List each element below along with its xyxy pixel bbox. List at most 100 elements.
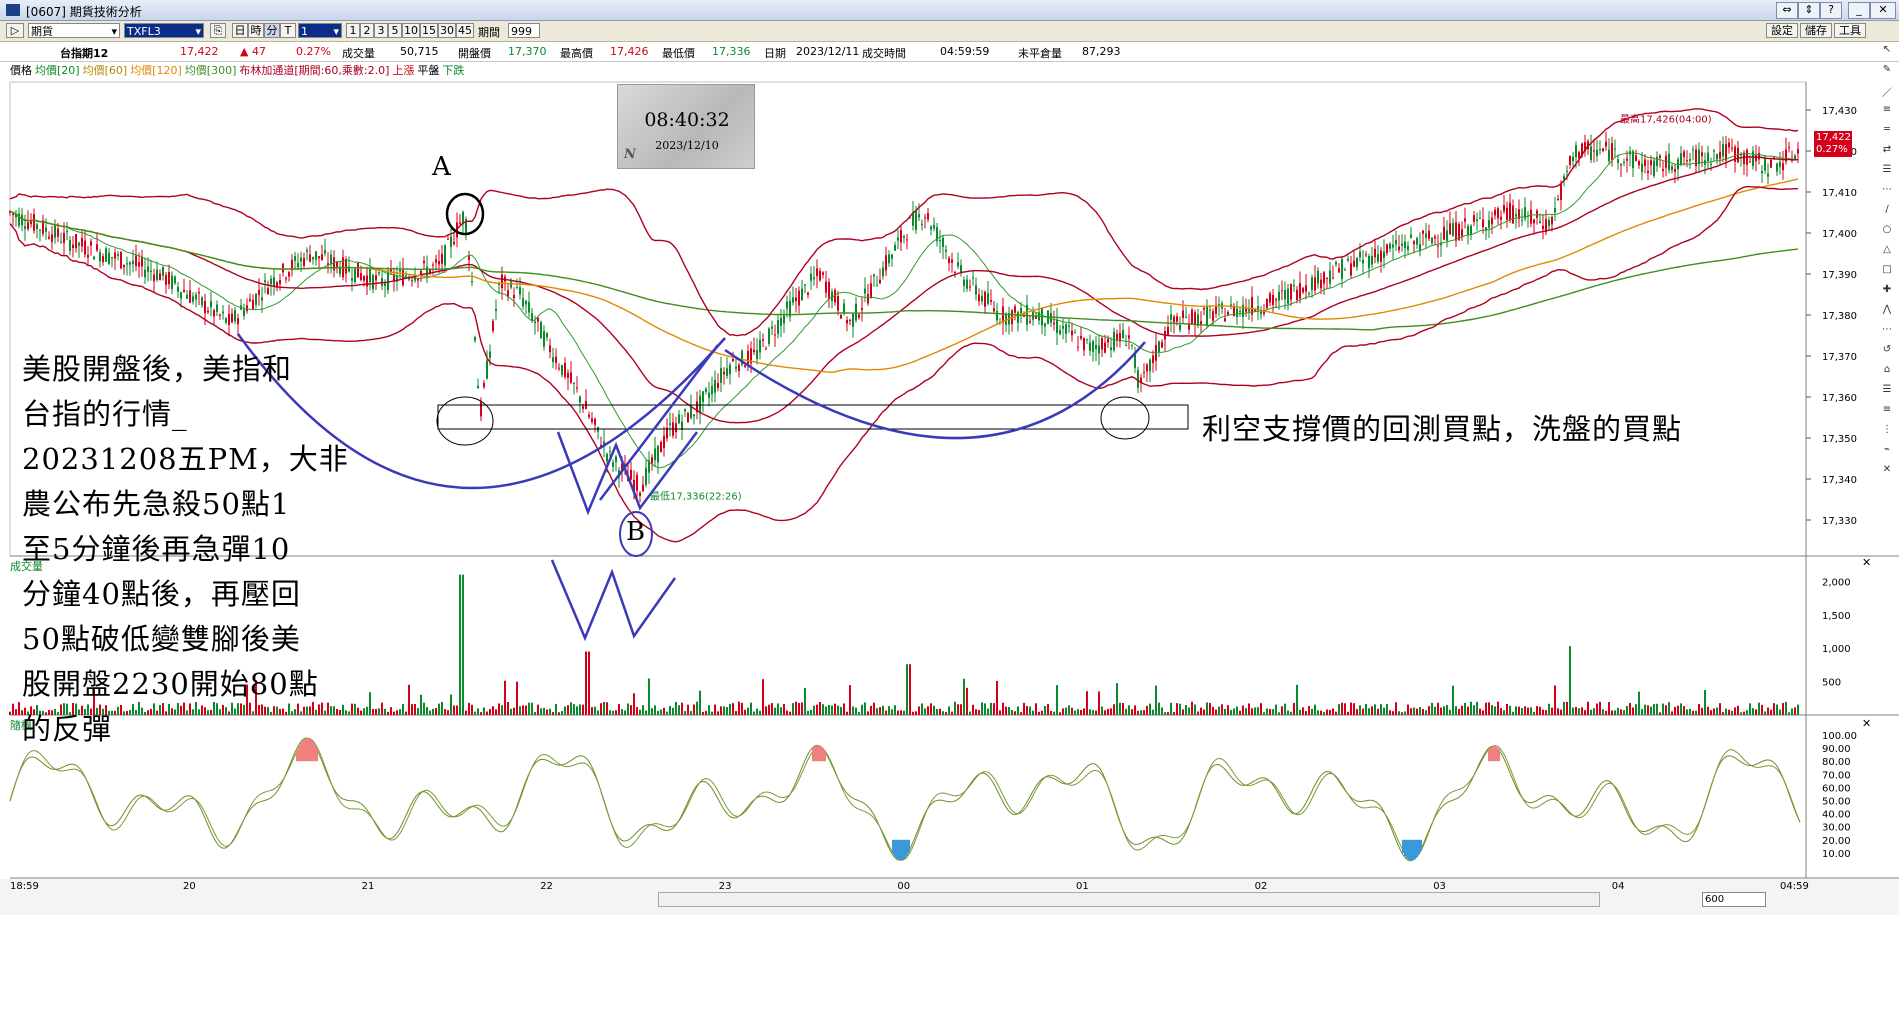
kd-axis-tick: 90.00 [1822, 744, 1851, 755]
candle-body [69, 240, 71, 251]
candle-body [93, 256, 95, 260]
volume-bar [1653, 704, 1655, 715]
candle-body [1683, 151, 1685, 157]
volume-bar [1647, 705, 1649, 715]
drawing-tool-icon[interactable]: ⋮ [1878, 424, 1896, 436]
volume-bar [687, 704, 689, 715]
volume-bar [1182, 709, 1184, 715]
volume-bar [1026, 706, 1028, 715]
volume-bar [360, 710, 362, 715]
candle-body [993, 308, 995, 312]
candle-body [1077, 346, 1079, 348]
horizontal-scrollbar[interactable] [658, 892, 1600, 907]
candle-body [132, 260, 134, 265]
volume-bar [1704, 690, 1706, 715]
drawing-tool-icon[interactable]: ⌂ [1878, 364, 1896, 376]
drawing-tool-icon[interactable]: ✕ [1878, 464, 1896, 476]
kd-panel-close-icon[interactable]: ✕ [1862, 717, 1871, 730]
candle-body [1371, 255, 1373, 265]
volume-bar [444, 709, 446, 715]
drawing-tool-icon[interactable]: ☰ [1878, 164, 1896, 176]
volume-bar [138, 702, 140, 715]
candle-body [1107, 338, 1109, 343]
volume-panel-close-icon[interactable]: ✕ [1862, 556, 1871, 569]
volume-bar [732, 703, 734, 715]
candle-body [1302, 287, 1304, 293]
drawing-tool-icon[interactable]: △ [1878, 244, 1896, 256]
drawing-tool-icon[interactable]: ／ [1878, 84, 1896, 99]
drawing-tool-icon[interactable]: ⋯ [1878, 184, 1896, 196]
last-price-tag-pct: 0.27% [1816, 144, 1848, 155]
drawing-tool-icon[interactable]: □ [1878, 264, 1896, 276]
drawing-tool-icon[interactable]: ☰ [1878, 384, 1896, 396]
candle-body [1086, 339, 1088, 341]
drawing-tool-icon[interactable]: ⇄ [1878, 144, 1896, 156]
drawing-tool-icon[interactable]: ⌁ [1878, 444, 1896, 456]
candle-body [861, 308, 863, 310]
candle-body [1551, 216, 1553, 225]
candle-body [1098, 345, 1100, 354]
kd-axis-tick: 50.00 [1822, 797, 1851, 808]
volume-bar [639, 709, 641, 715]
candle-body [1674, 169, 1676, 173]
volume-bar [651, 708, 653, 715]
volume-bar [699, 690, 701, 715]
candle-body [495, 309, 497, 312]
candle-body [1152, 355, 1154, 364]
drawing-tool-icon[interactable]: ═ [1878, 124, 1896, 136]
kd-overbought-fill [1496, 747, 1498, 762]
volume-bar [1629, 702, 1631, 715]
time-axis-tick: 04 [1612, 881, 1625, 892]
volume-bar [708, 705, 710, 715]
volume-bar [1347, 711, 1349, 715]
drawing-tool-icon[interactable]: ○ [1878, 224, 1896, 236]
candle-body [231, 313, 233, 323]
volume-bar [1302, 707, 1304, 715]
candle-body [339, 268, 341, 275]
candle-body [210, 301, 212, 308]
drawing-tool-icon[interactable]: ✎ [1878, 64, 1896, 76]
candle-body [33, 214, 35, 231]
volume-bar [198, 709, 200, 715]
drawing-tool-icon[interactable]: ↺ [1878, 344, 1896, 356]
drawing-tool-icon[interactable]: ⋯ [1878, 324, 1896, 336]
volume-bar [1605, 710, 1607, 715]
volume-bar [1431, 702, 1433, 715]
candle-body [1776, 163, 1778, 172]
candle-body [885, 255, 887, 271]
drawing-tool-icon[interactable]: ↖ [1878, 44, 1896, 56]
drawing-tool-icon[interactable]: ≡ [1878, 104, 1896, 116]
candle-body [1209, 309, 1211, 311]
candle-body [144, 269, 146, 278]
left-note-line: 至5分鐘後再急彈10 [22, 532, 291, 566]
candle-body [1386, 244, 1388, 254]
volume-bar [540, 708, 542, 715]
candle-body [237, 318, 239, 325]
volume-bar [609, 710, 611, 715]
volume-bar [1188, 707, 1190, 715]
candle-body [1515, 214, 1517, 217]
volume-bar [909, 664, 911, 715]
price-axis-tick: 17,350 [1822, 434, 1857, 445]
drawing-tool-icon[interactable]: ✚ [1878, 284, 1896, 296]
candle-body [1275, 299, 1277, 301]
zoom-input[interactable]: 600 [1702, 892, 1766, 907]
volume-bar [135, 710, 137, 715]
volume-bar [1143, 710, 1145, 715]
volume-bar [1254, 707, 1256, 715]
volume-bar [483, 707, 485, 715]
volume-bar [1200, 707, 1202, 715]
time-axis-tick: 20 [183, 881, 196, 892]
kd-oversold-fill [892, 839, 894, 854]
candle-body [687, 413, 689, 423]
candle-body [978, 294, 980, 302]
volume-bar [1290, 711, 1292, 715]
drawing-tool-icon[interactable]: ⋀ [1878, 304, 1896, 316]
drawing-tool-icon[interactable]: ≡ [1878, 404, 1896, 416]
volume-bar [294, 709, 296, 715]
bollinger-upper [9, 108, 1799, 337]
drawing-tool-icon[interactable]: ∕ [1878, 204, 1896, 216]
candle-body [1575, 145, 1577, 158]
volume-bar [864, 702, 866, 715]
right-note: 利空支撐價的回測買點，洗盤的買點 [1202, 412, 1683, 446]
